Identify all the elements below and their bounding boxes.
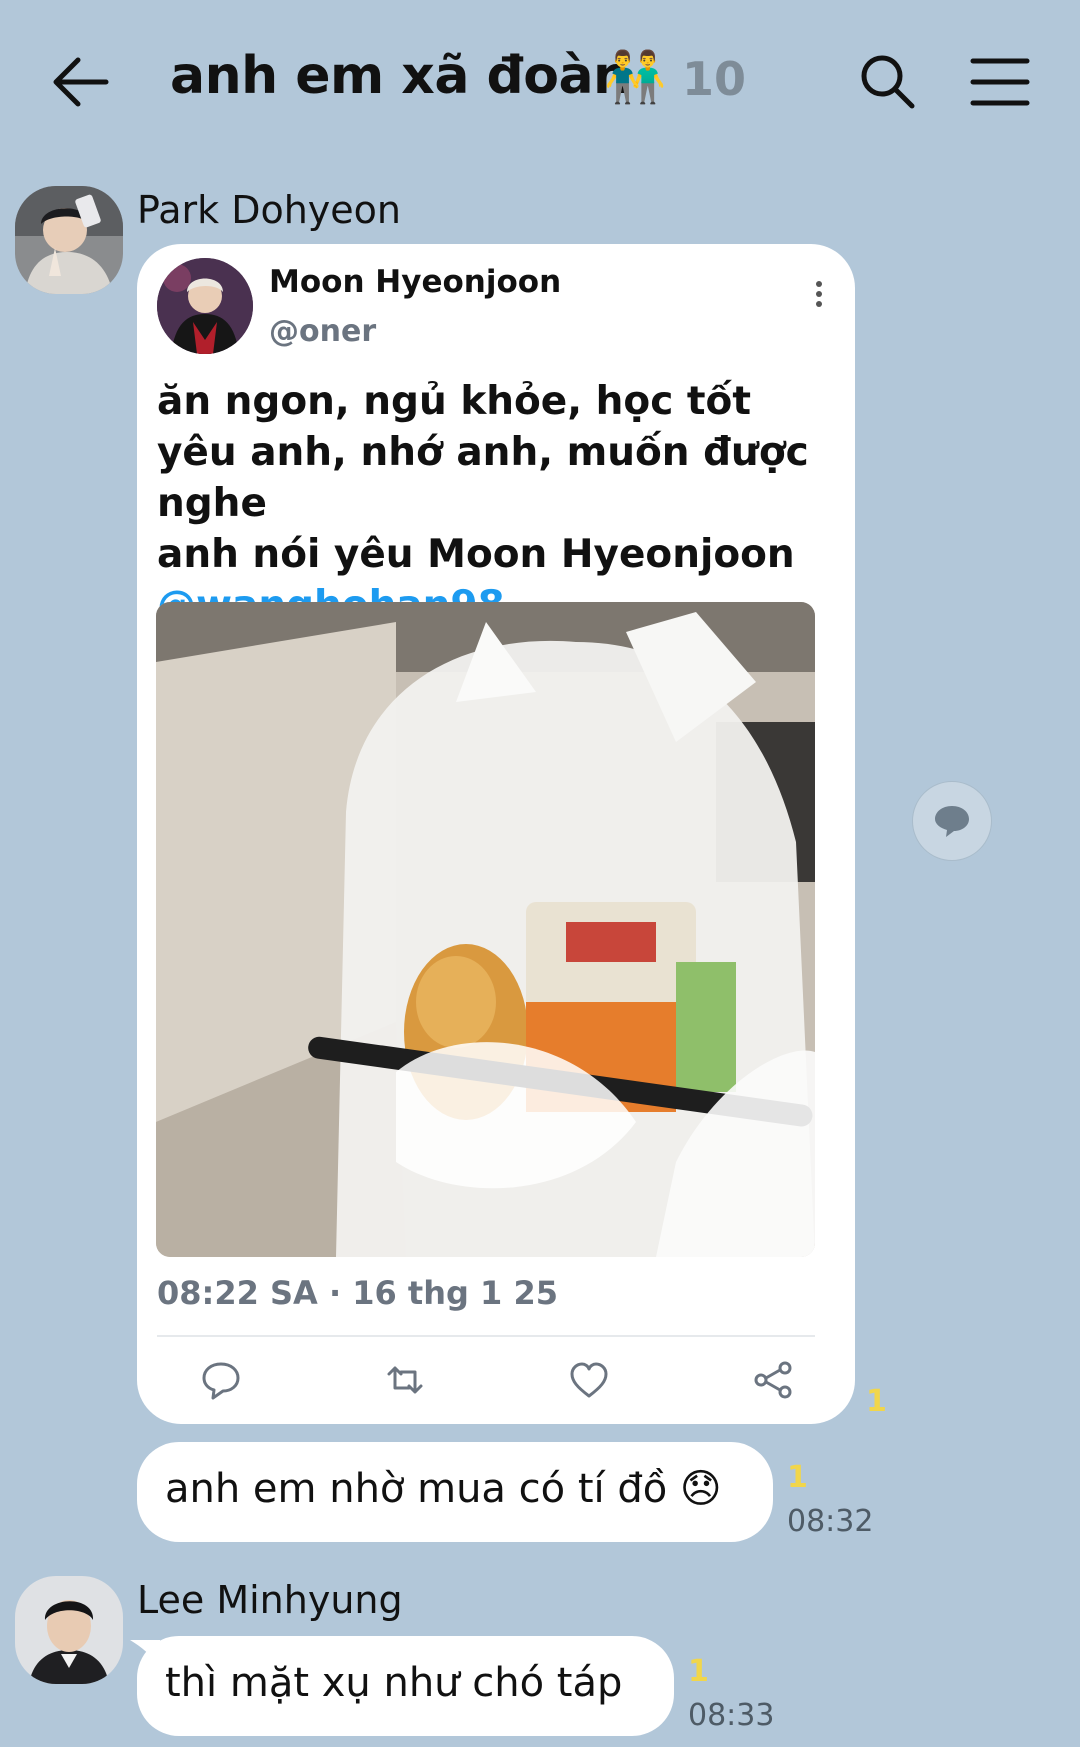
group-emoji: 👬 [604, 48, 667, 106]
message-bubble[interactable]: thì mặt xụ như chó táp [137, 1636, 674, 1736]
tweet-share-button[interactable] [751, 1358, 795, 1402]
tweet-author-avatar [157, 258, 253, 354]
search-icon [861, 55, 915, 109]
retweet-icon [387, 1366, 423, 1394]
shared-tweet-card[interactable]: Moon Hyeonjoon @oner ăn ngon, ngủ khỏe, … [137, 244, 855, 1424]
tweet-photo[interactable] [156, 602, 815, 1257]
menu-button[interactable] [970, 56, 1030, 108]
sender-name: Park Dohyeon [137, 188, 401, 232]
member-count: 10 [682, 52, 747, 106]
tweet-line: yêu anh, nhớ anh, muốn được nghe [157, 430, 809, 526]
message-time: 08:32 [787, 1504, 874, 1539]
sender-avatar-photo [15, 186, 123, 294]
sender-avatar-photo [15, 1576, 123, 1684]
search-button[interactable] [858, 52, 918, 112]
tweet-line: anh nói yêu Moon Hyeonjoon [157, 532, 795, 577]
back-button[interactable] [50, 52, 112, 112]
tweet-timestamp: 08:22 SA · 16 thg 1 25 [157, 1274, 558, 1312]
heart-icon [570, 1362, 608, 1398]
message-text: anh em nhờ mua có tí đồ 😞 [165, 1466, 722, 1512]
unread-count: 1 [866, 1384, 887, 1419]
comment-button[interactable] [912, 781, 992, 861]
shopping-bag-photo [156, 602, 815, 1257]
unread-count: 1 [787, 1460, 808, 1495]
tweet-author-name: Moon Hyeonjoon [269, 264, 562, 300]
tweet-text: ăn ngon, ngủ khỏe, học tốt yêu anh, nhớ … [157, 376, 847, 631]
share-icon [754, 1361, 792, 1399]
sender-name: Lee Minhyung [137, 1578, 403, 1622]
hamburger-icon [970, 58, 1030, 106]
message-time: 08:33 [688, 1698, 775, 1733]
speech-bubble-icon [935, 806, 969, 837]
unread-count: 1 [688, 1654, 709, 1689]
avatar[interactable] [15, 1576, 123, 1684]
message-bubble[interactable]: anh em nhờ mua có tí đồ 😞 [137, 1442, 773, 1542]
more-vertical-icon [816, 281, 822, 307]
chat-title: anh em xã đoàn [170, 46, 630, 106]
tweet-line: ăn ngon, ngủ khỏe, học tốt [157, 379, 751, 424]
tweet-more-button[interactable] [809, 276, 829, 316]
tweet-reply-button[interactable] [199, 1358, 243, 1402]
message-text: thì mặt xụ như chó táp [165, 1660, 623, 1706]
tweet-divider [157, 1335, 815, 1337]
tweet-retweet-button[interactable] [383, 1358, 427, 1402]
reply-icon [202, 1362, 240, 1400]
tweet-avatar-photo [157, 258, 253, 354]
arrow-left-icon [53, 57, 109, 107]
tweet-author-handle: @oner [269, 314, 377, 349]
tweet-like-button[interactable] [567, 1358, 611, 1402]
avatar[interactable] [15, 186, 123, 294]
